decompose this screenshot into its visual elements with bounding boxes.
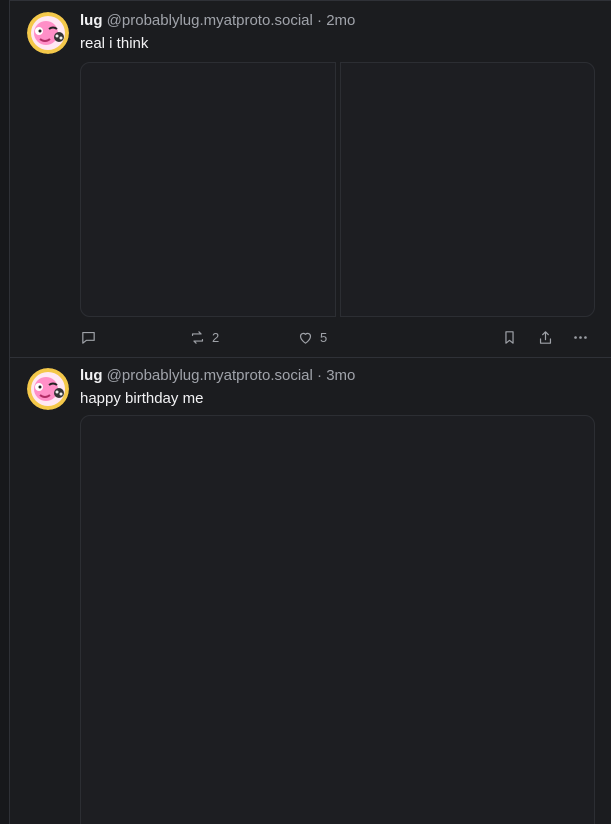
avatar-image <box>27 12 69 54</box>
share-icon <box>539 330 552 344</box>
post-actions: 2 5 <box>80 327 595 347</box>
header-separator: · <box>317 12 323 29</box>
reply-button[interactable] <box>80 327 97 347</box>
author-name[interactable]: lug <box>80 12 103 29</box>
more-button[interactable] <box>572 327 589 347</box>
more-icon <box>574 335 587 339</box>
header-separator: · <box>317 367 323 384</box>
post-time[interactable]: 3mo <box>326 367 355 384</box>
share-button[interactable] <box>537 327 554 347</box>
post-feed: lug @probablylug.myatproto.social · 2mo … <box>10 0 611 824</box>
bookmark-icon <box>505 330 514 344</box>
like-count: 5 <box>320 329 328 345</box>
post-header: lug @probablylug.myatproto.social · 3mo <box>80 367 355 385</box>
like-button[interactable]: 5 <box>297 327 327 347</box>
post-text: real i think <box>80 35 149 52</box>
media-frame-left[interactable] <box>80 62 336 317</box>
left-sidebar-strip <box>0 0 10 824</box>
like-icon <box>299 332 312 344</box>
post-header: lug @probablylug.myatproto.social · 2mo <box>80 12 355 30</box>
avatar-image <box>27 368 69 410</box>
post-card[interactable]: lug @probablylug.myatproto.social · 2mo … <box>10 1 611 358</box>
author-handle[interactable]: @probablylug.myatproto.social <box>107 367 313 384</box>
reply-icon <box>82 331 95 344</box>
post-text: happy birthday me <box>80 390 204 407</box>
avatar[interactable] <box>27 12 69 54</box>
repost-button[interactable]: 2 <box>189 327 219 347</box>
post-card[interactable]: lug @probablylug.myatproto.social · 3mo … <box>10 358 611 824</box>
bookmark-button[interactable] <box>501 327 518 347</box>
author-handle[interactable]: @probablylug.myatproto.social <box>107 12 313 29</box>
avatar[interactable] <box>27 368 69 410</box>
repost-count: 2 <box>212 329 220 345</box>
repost-icon <box>191 330 204 344</box>
author-name[interactable]: lug <box>80 367 103 384</box>
post-time[interactable]: 2mo <box>326 12 355 29</box>
media-frame[interactable] <box>80 415 595 824</box>
feed-page: lug @probablylug.myatproto.social · 2mo … <box>0 0 611 824</box>
media-frame-right[interactable] <box>340 62 595 317</box>
